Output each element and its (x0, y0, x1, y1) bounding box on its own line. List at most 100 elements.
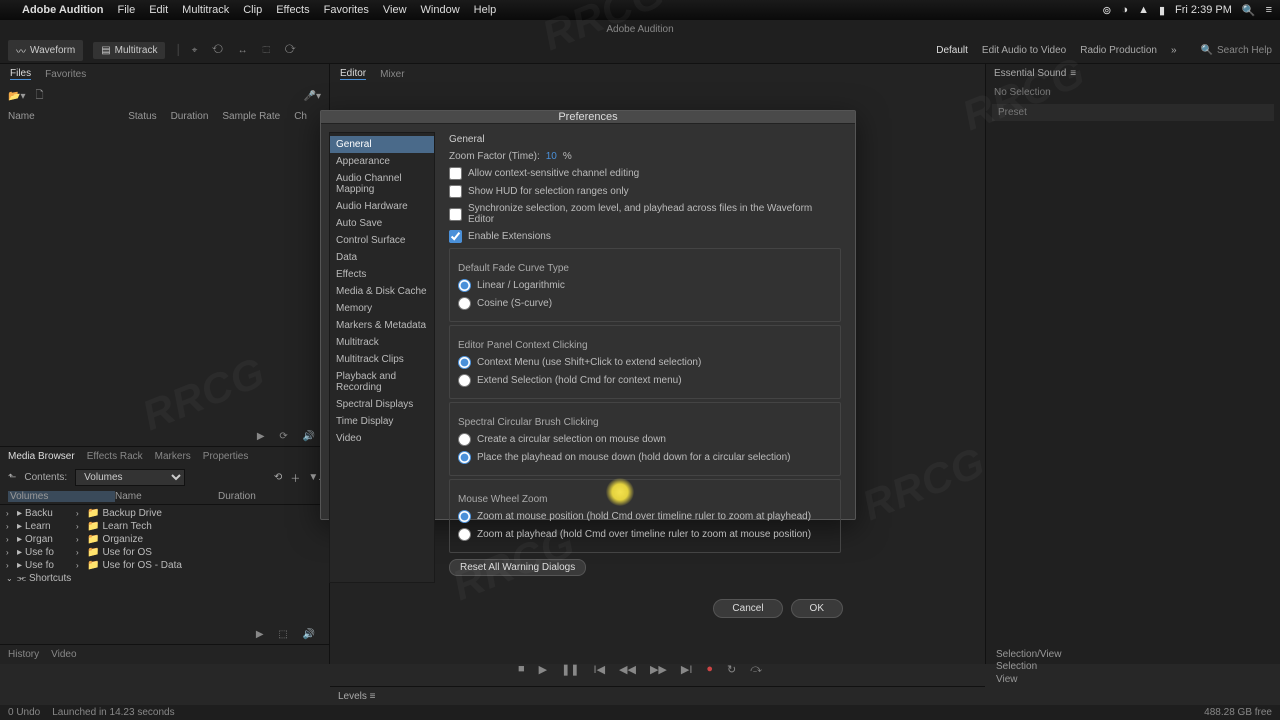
radio-brush-playhead[interactable] (458, 451, 471, 464)
mic-icon[interactable]: 🎤▾ (304, 91, 321, 102)
tree-item[interactable]: ›📁 Learn Tech (74, 520, 325, 533)
prefs-cat-multitrack[interactable]: Multitrack (330, 334, 434, 351)
prefs-cat-mtclips[interactable]: Multitrack Clips (330, 351, 434, 368)
tree-item[interactable]: ›▸ Use fo (4, 559, 74, 572)
record-button[interactable]: ● (706, 663, 713, 676)
tree-hdr-name[interactable]: Name (115, 491, 218, 502)
prefs-cat-effects[interactable]: Effects (330, 266, 434, 283)
cancel-button[interactable]: Cancel (713, 599, 782, 618)
new-file-icon[interactable]: 🗋 (35, 88, 43, 105)
tree-item[interactable]: ›▸ Organ (4, 533, 74, 546)
menu-view[interactable]: View (383, 4, 407, 16)
tree-item[interactable]: ›📁 Use for OS - Data (74, 559, 325, 572)
prefs-cat-autosave[interactable]: Auto Save (330, 215, 434, 232)
mb-footer-icons[interactable]: ▶ ⬚ 🔊 (0, 625, 329, 644)
skip-button[interactable]: ⤼ (750, 663, 762, 676)
workspace-more-icon[interactable]: » (1171, 45, 1177, 56)
radio-fade-linear[interactable] (458, 279, 471, 292)
radio-fade-cosine[interactable] (458, 297, 471, 310)
cb-context-edit[interactable] (449, 167, 462, 180)
stop-button[interactable]: ■ (518, 663, 525, 676)
prefs-cat-memory[interactable]: Memory (330, 300, 434, 317)
preset-row[interactable]: Preset (992, 104, 1274, 121)
fwd-end-button[interactable]: ▶I (681, 663, 693, 676)
ffwd-button[interactable]: ▶▶ (650, 663, 667, 676)
col-duration[interactable]: Duration (171, 111, 209, 122)
loop-button[interactable]: ↻ (727, 663, 736, 676)
panel-essential-sound[interactable]: Essential Sound (994, 68, 1066, 79)
menu-edit[interactable]: Edit (149, 4, 168, 16)
waveform-mode-button[interactable]: 〰 Waveform (8, 40, 83, 61)
prefs-cat-data[interactable]: Data (330, 249, 434, 266)
cc-icon[interactable]: ⊚ (1102, 4, 1111, 17)
tree-hdr-volumes[interactable]: Volumes (8, 491, 115, 502)
prefs-cat-video[interactable]: Video (330, 430, 434, 447)
new-icon[interactable]: ＋ (290, 470, 300, 485)
tab-files[interactable]: Files (10, 68, 31, 80)
radio-wheel-mouse[interactable] (458, 510, 471, 523)
tree-item[interactable]: ›📁 Backup Drive (74, 507, 325, 520)
prefs-cat-markers[interactable]: Markers & Metadata (330, 317, 434, 334)
cb-hud[interactable] (449, 185, 462, 198)
tab-favorites[interactable]: Favorites (45, 69, 86, 80)
tab-effects-rack[interactable]: Effects Rack (87, 451, 143, 462)
radio-ctx-extend[interactable] (458, 374, 471, 387)
menu-favorites[interactable]: Favorites (324, 4, 369, 16)
radio-ctx-menu[interactable] (458, 356, 471, 369)
menu-clip[interactable]: Clip (243, 4, 262, 16)
prefs-cat-playback[interactable]: Playback and Recording (330, 368, 434, 396)
menu-help[interactable]: Help (474, 4, 497, 16)
menu-window[interactable]: Window (421, 4, 460, 16)
sync-icon[interactable]: ◑ (1121, 4, 1128, 16)
up-folder-icon[interactable]: ⬑ (8, 472, 16, 483)
tree-item[interactable]: ›📁 Use for OS (74, 546, 325, 559)
prefs-cat-appearance[interactable]: Appearance (330, 153, 434, 170)
tab-editor[interactable]: Editor (340, 68, 366, 80)
prefs-cat-audiohw[interactable]: Audio Hardware (330, 198, 434, 215)
cb-sync[interactable] (449, 208, 462, 221)
pause-button[interactable]: ❚❚ (561, 663, 579, 676)
col-name[interactable]: Name (8, 111, 114, 122)
play-button[interactable]: ▶ (539, 663, 547, 676)
multitrack-mode-button[interactable]: ▤ Multitrack (93, 42, 165, 59)
tree-item[interactable]: ›▸ Learn (4, 520, 74, 533)
wifi-icon[interactable]: ▲ (1138, 4, 1149, 16)
app-name[interactable]: Adobe Audition (22, 4, 103, 16)
reset-warnings-button[interactable]: Reset All Warning Dialogs (449, 559, 586, 576)
clock[interactable]: Fri 2:39 PM (1175, 4, 1232, 16)
col-samplerate[interactable]: Sample Rate (222, 111, 280, 122)
rew-start-button[interactable]: I◀ (594, 663, 606, 676)
refresh-icon[interactable]: ⟲ (274, 472, 282, 483)
ok-button[interactable]: OK (791, 599, 843, 618)
search-help[interactable]: 🔍 Search Help (1201, 45, 1272, 56)
workspace-editvideo[interactable]: Edit Audio to Video (982, 45, 1066, 56)
radio-wheel-playhead[interactable] (458, 528, 471, 541)
tab-history[interactable]: History (8, 649, 39, 660)
tab-mixer[interactable]: Mixer (380, 69, 404, 80)
workspace-radio[interactable]: Radio Production (1080, 45, 1157, 56)
prefs-cat-mediacache[interactable]: Media & Disk Cache (330, 283, 434, 300)
tab-properties[interactable]: Properties (203, 451, 249, 462)
tab-media-browser[interactable]: Media Browser (8, 451, 75, 462)
col-ch[interactable]: Ch (294, 111, 307, 122)
rewind-button[interactable]: ◀◀ (619, 663, 636, 676)
prefs-cat-controlsurface[interactable]: Control Surface (330, 232, 434, 249)
tree-item[interactable]: ⌄⫘ Shortcuts (4, 572, 74, 585)
menu-effects[interactable]: Effects (276, 4, 309, 16)
prefs-cat-general[interactable]: General (330, 136, 434, 153)
menu-multitrack[interactable]: Multitrack (182, 4, 229, 16)
tab-levels[interactable]: Levels (338, 691, 367, 702)
tree-item[interactable]: ›▸ Use fo (4, 546, 74, 559)
menu-icon[interactable]: ≡ (1266, 4, 1272, 16)
col-status[interactable]: Status (128, 111, 156, 122)
radio-brush-create[interactable] (458, 433, 471, 446)
tab-video[interactable]: Video (51, 649, 76, 660)
prefs-cat-spectral[interactable]: Spectral Displays (330, 396, 434, 413)
battery-icon[interactable]: ▮ (1159, 4, 1165, 17)
toolbar-icon-group[interactable]: ⌖ ⟲ ↔ ⬚ ⟳ (192, 45, 302, 56)
prefs-cat-time[interactable]: Time Display (330, 413, 434, 430)
contents-dropdown[interactable]: Volumes (75, 469, 185, 486)
zoom-factor-value[interactable]: 10 (546, 151, 557, 162)
tree-item[interactable]: ›📁 Organize (74, 533, 325, 546)
open-folder-icon[interactable]: 📂▾ (8, 91, 25, 102)
